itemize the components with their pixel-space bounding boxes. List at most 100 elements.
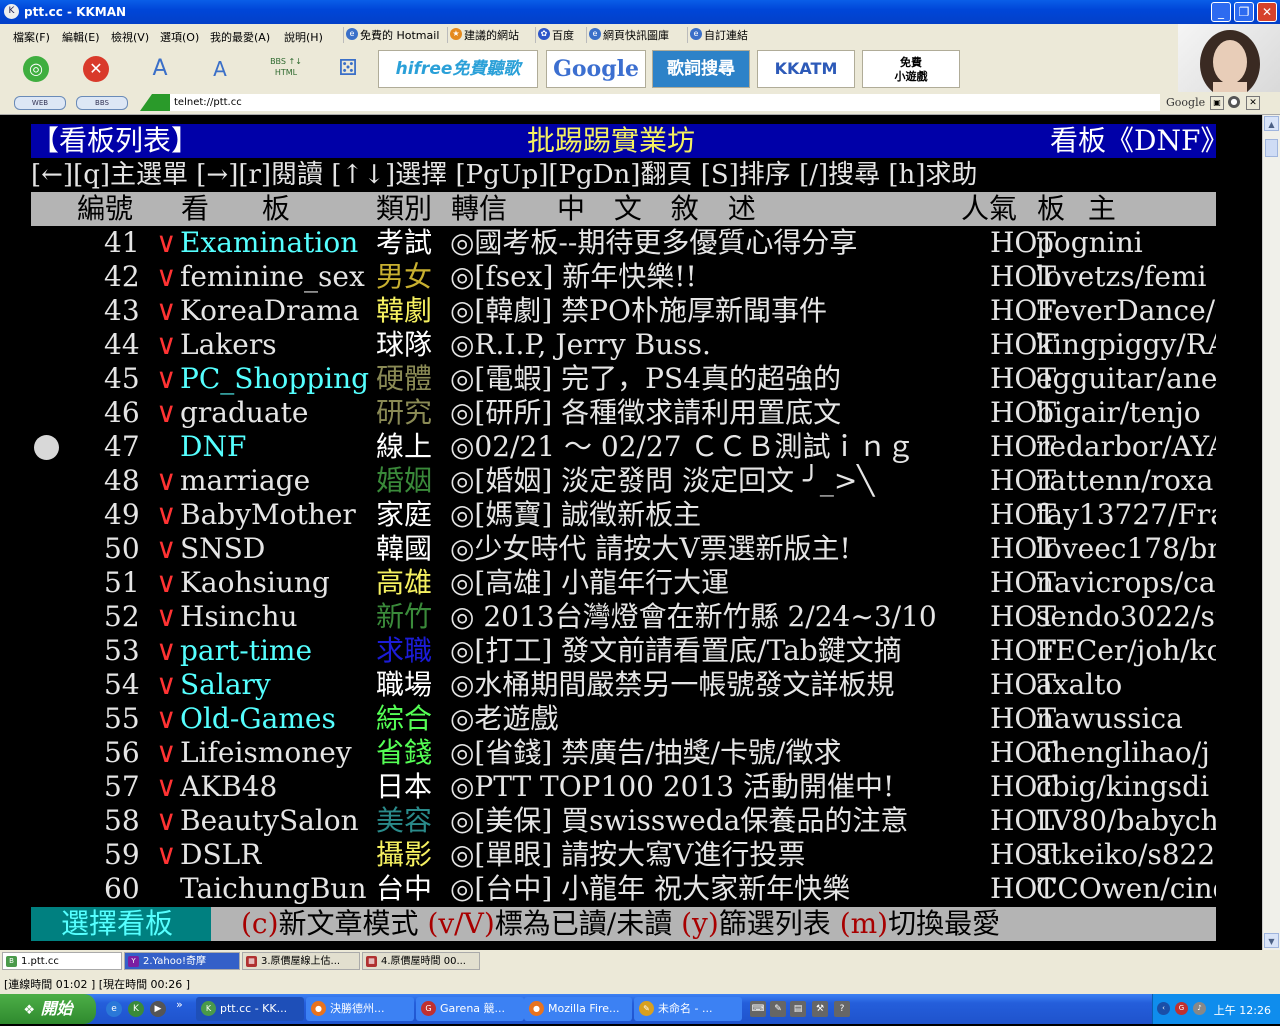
board-row[interactable]: 48 ∨ marriage 婚姻 ◎[婚姻] 淡定發問 淡定回文 ╯_>╲ HOT ratt… <box>0 464 1262 498</box>
baidu-paw-icon: ✿ <box>538 28 550 40</box>
task-texas[interactable]: ● 決勝德州... <box>306 997 414 1021</box>
menu-favorites[interactable]: 我的最愛(A) <box>210 29 270 45</box>
menu-options[interactable]: 選項(O) <box>160 29 199 45</box>
bbs-html-button[interactable]: BBS ↑↓ HTML <box>262 50 310 88</box>
board-description: ◎[高雄] 小龍年行大運 <box>450 566 730 599</box>
google-button[interactable]: Google <box>546 50 646 88</box>
search-options-icon[interactable]: ▣ <box>1210 96 1224 110</box>
board-category: 韓國 <box>376 532 433 565</box>
column-header: 編號 看 板 類別 轉信 中 文 敘 述 人氣 板 主 <box>31 192 1216 226</box>
board-number: 59 <box>104 838 140 871</box>
board-row[interactable]: 52 ∨ Hsinchu 新竹 ◎ 2013台灣燈會在新竹縣 2/24~3/10 HOT s… <box>0 600 1262 634</box>
connect-button[interactable]: ◎ <box>18 50 54 88</box>
tab-coolpc-estimate-label: 3.原價屋線上估... <box>261 956 341 967</box>
board-row[interactable]: 53 ∨ part-time 求職 ◎[打工] 發文前請看置底/Tab鍵文摘 HOT FEC… <box>0 634 1262 668</box>
tab-coolpc-estimate[interactable]: ▦ 3.原價屋線上估... <box>242 952 360 970</box>
board-row[interactable]: 41 ∨ Examination 考試 ◎國考板--期待更多優質心得分享 HOT pogni… <box>0 226 1262 260</box>
start-button[interactable]: ❖ 開始 <box>0 994 96 1024</box>
board-row[interactable]: 49 ∨ BabyMother 家庭 ◎[媽寶] 誠徵新板主 HOT fay13727/Fr… <box>0 498 1262 532</box>
board-name: Old-Games <box>180 702 336 735</box>
board-row[interactable]: 42 ∨ feminine_sex 男女 ◎[fsex] 新年快樂!! HOT lovetz… <box>0 260 1262 294</box>
kkman-quicklaunch-icon[interactable]: K <box>128 1001 144 1017</box>
tab-yahoo[interactable]: Y 2.Yahoo!奇摩 <box>124 952 240 970</box>
bbs-mode-button[interactable]: BBS <box>76 96 128 110</box>
menu-file[interactable]: 檔案(F) <box>13 29 50 45</box>
fav-baidu-label: 百度 <box>552 29 574 42</box>
fav-custom[interactable]: e 自訂連結 <box>687 27 748 43</box>
volume-tray-icon[interactable]: ♪ <box>1193 1002 1206 1015</box>
more-quicklaunch-icon[interactable]: » <box>176 998 183 1011</box>
scroll-down-icon[interactable]: ▼ <box>1264 933 1279 948</box>
disconnect-button[interactable]: ✕ <box>78 50 114 88</box>
col-num: 編號 <box>77 192 134 225</box>
menu-view[interactable]: 檢視(V) <box>111 29 149 45</box>
footer-bar: 選擇看板 (c)新文章模式 (v/V)標為已讀/未讀 (y)篩選列表 (m)切換… <box>31 907 1216 941</box>
unread-mark: ∨ <box>156 634 177 667</box>
task-garena[interactable]: G Garena 競... <box>416 997 524 1021</box>
menu-help[interactable]: 說明(H) <box>284 29 323 45</box>
media-quicklaunch-icon[interactable]: ▶ <box>150 1001 166 1017</box>
task-ptt[interactable]: Kptt.cc - KK... <box>196 997 304 1021</box>
board-number: 45 <box>104 362 140 395</box>
board-row[interactable]: 54 ∨ Salary 職場 ◎水桶期間嚴禁另一帳號發文詳板規 HOT axalto <box>0 668 1262 702</box>
free-games-button[interactable]: 免費 小遊戲 <box>862 50 960 88</box>
board-row[interactable]: 45 ∨ PC_Shopping 硬體 ◎[電蝦] 完了，PS4真的超強的 HOT eggu… <box>0 362 1262 396</box>
fav-hotmail[interactable]: e 免費的 Hotmail <box>343 27 439 43</box>
search-go-icon[interactable]: ● <box>1228 96 1240 108</box>
board-row[interactable]: 51 ∨ Kaohsiung 高雄 ◎[高雄] 小龍年行大運 HOT navicrops/c… <box>0 566 1262 600</box>
garena-tray-icon[interactable]: G <box>1175 1002 1188 1015</box>
ie-quicklaunch-icon[interactable]: e <box>106 1001 122 1017</box>
bbs-terminal[interactable]: 【看板列表】 批踢踢實業坊 看板《DNF》 [←][q]主選單 [→][r]閱讀… <box>0 115 1262 950</box>
board-row[interactable]: 50 ∨ SNSD 韓國 ◎少女時代 請按大V票選新版主! HOT loveec178/bm <box>0 532 1262 566</box>
board-category: 線上 <box>376 430 433 463</box>
minimize-button[interactable]: _ <box>1211 2 1231 22</box>
board-number: 46 <box>104 396 140 429</box>
board-category: 台中 <box>376 872 433 905</box>
board-row[interactable]: 59 ∨ DSLR 攝影 ◎[單眼] 請按大寫V進行投票 HOT stkeiko/s822 <box>0 838 1262 872</box>
scroll-up-icon[interactable]: ▲ <box>1264 116 1279 131</box>
task-firefox[interactable]: ● Mozilla Fire... <box>524 997 632 1021</box>
board-number: 50 <box>104 532 140 565</box>
scroll-thumb[interactable] <box>1265 139 1278 157</box>
board-row[interactable]: 55 ∨ Old-Games 綜合 ◎老遊戲 HOT nawussica <box>0 702 1262 736</box>
tab-coolpc-time[interactable]: ▦ 4.原價屋時間 00... <box>362 952 480 970</box>
board-number: 57 <box>104 770 140 803</box>
board-category: 韓劇 <box>376 294 433 327</box>
tray-expand-icon[interactable]: ‹ <box>1157 1002 1170 1015</box>
fav-webslice-label: 網頁快訊圖庫 <box>603 29 669 42</box>
board-row[interactable]: 46 ∨ graduate 研究 ◎[研所] 各種徵求請利用置底文 HOT bigair/t… <box>0 396 1262 430</box>
maximize-button[interactable]: ❐ <box>1234 2 1254 22</box>
board-row[interactable]: 44 ∨ Lakers 球隊 ◎R.I.P, Jerry Buss. HOT kingpig… <box>0 328 1262 362</box>
board-row[interactable]: 57 ∨ AKB48 日本 ◎PTT TOP100 2013 活動開催中! HOT cbig… <box>0 770 1262 804</box>
unread-mark: ∨ <box>156 362 177 395</box>
fav-baidu[interactable]: ✿ 百度 <box>535 27 574 43</box>
url-input[interactable]: telnet://ptt.cc <box>170 94 1160 111</box>
web-mode-button[interactable]: WEB <box>14 96 66 110</box>
search-engine-label[interactable]: Google <box>1166 96 1205 109</box>
pen-tray-icon[interactable]: ✎ <box>770 1001 786 1017</box>
close-search-icon[interactable]: ✕ <box>1246 96 1260 110</box>
close-button[interactable]: ✕ <box>1257 2 1277 22</box>
lyrics-search-button[interactable]: 歌詞搜尋 <box>652 50 750 88</box>
font-size-button[interactable]: A <box>140 50 180 88</box>
fav-suggested[interactable]: ★ 建議的網站 <box>447 27 519 43</box>
kkatm-button[interactable]: KKATM <box>757 50 855 88</box>
terminal-scrollbar[interactable]: ▲ ▼ <box>1262 115 1280 950</box>
fav-webslice[interactable]: e 網頁快訊圖庫 <box>586 27 669 43</box>
tool-tray-icon[interactable]: ⚒ <box>812 1001 828 1017</box>
board-row[interactable]: 56 ∨ Lifeismoney 省錢 ◎[省錢] 禁廣告/抽獎/卡號/徵求 HOT che… <box>0 736 1262 770</box>
keyboard-tray-icon[interactable]: ⌨ <box>750 1001 766 1017</box>
board-row[interactable]: 43 ∨ KoreaDrama 韓劇 ◎[韓劇] 禁PO朴施厚新聞事件 HOT FeverD… <box>0 294 1262 328</box>
help-tray-icon[interactable]: ? <box>834 1001 850 1017</box>
task-paint[interactable]: ✎ 未命名 - ... <box>634 997 742 1021</box>
hifree-button[interactable]: hifree免費聽歌 <box>378 50 538 88</box>
board-row[interactable]: 47 DNF 線上 ◎02/21 ～ 02/27 ＣＣＢ測試ｉｎｇ HOT redarbo… <box>0 430 1262 464</box>
font-style-button[interactable]: A <box>200 50 240 88</box>
tab-ptt[interactable]: B 1.ptt.cc <box>2 952 122 970</box>
menu-edit[interactable]: 編輯(E) <box>62 29 100 45</box>
dice-button[interactable]: ⚄ <box>330 50 366 88</box>
settings-tray-icon[interactable]: ▤ <box>790 1001 806 1017</box>
board-moderators: cbig/kingsdi <box>1036 770 1210 803</box>
board-row[interactable]: 58 ∨ BeautySalon 美容 ◎[美保] 買swissweda保養品的注意 HO… <box>0 804 1262 838</box>
board-row[interactable]: 60 TaichungBun 台中 ◎[台中] 小龍年 祝大家新年快樂 HOT CCOwe… <box>0 872 1262 906</box>
